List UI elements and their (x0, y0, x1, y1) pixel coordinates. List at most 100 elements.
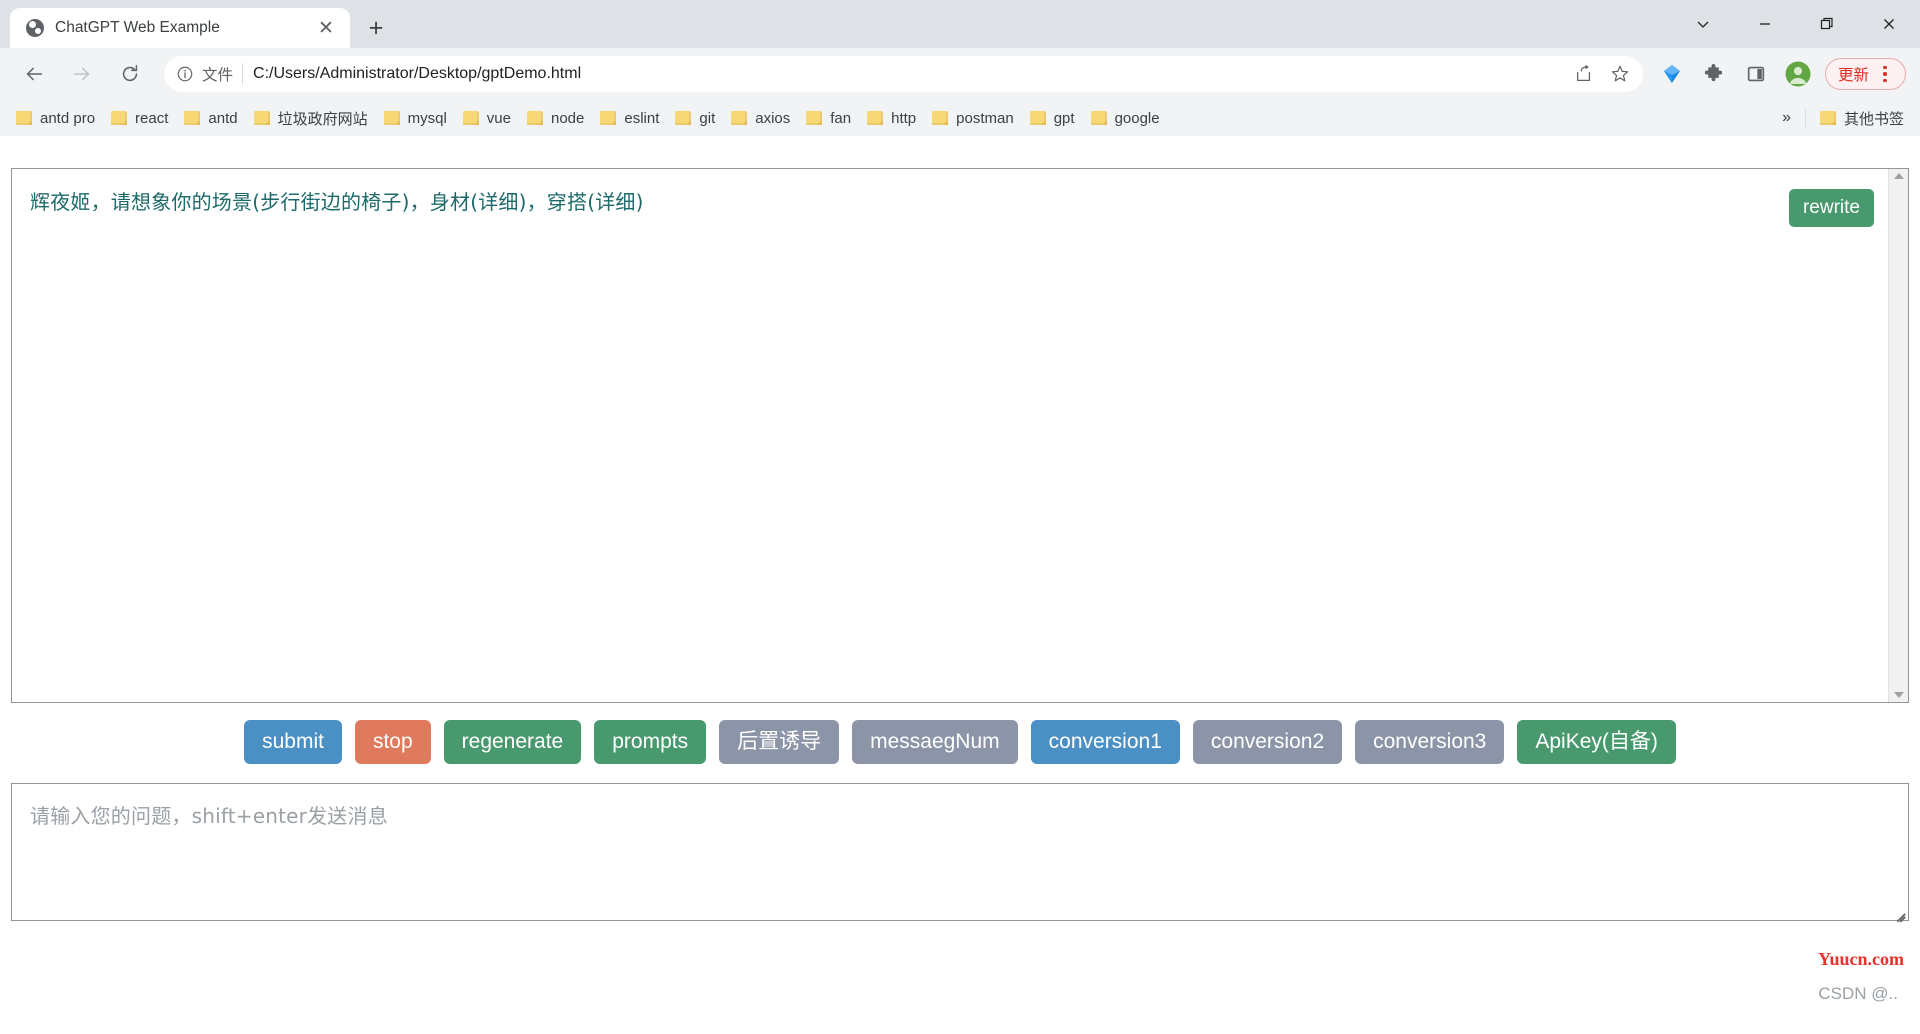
avatar[interactable] (1780, 56, 1816, 92)
minimize-icon (1760, 23, 1770, 25)
scroll-up-icon[interactable] (1893, 173, 1904, 179)
conversion2-button[interactable]: conversion2 (1192, 720, 1343, 765)
minimize-button[interactable] (1734, 0, 1796, 48)
apikey-button[interactable]: ApiKey(自备) (1517, 720, 1676, 765)
folder-icon (253, 111, 270, 125)
new-tab-button[interactable]: + (358, 10, 394, 46)
bookmark-label: http (891, 109, 917, 127)
chrome-menu-icon[interactable] (1873, 65, 1897, 83)
reload-button[interactable] (110, 54, 150, 94)
bookmark-label: vue (486, 109, 511, 127)
scroll-down-icon[interactable] (1893, 692, 1904, 698)
bookmark-git[interactable]: git (667, 106, 723, 131)
update-button[interactable]: 更新 (1824, 58, 1906, 90)
bookmark-react[interactable]: react (103, 106, 176, 131)
bookmark-label: antd pro (40, 109, 96, 127)
folder-icon (111, 111, 128, 125)
chevron-down-icon (1697, 21, 1709, 28)
tab-title: ChatGPT Web Example (55, 19, 220, 36)
folder-icon (731, 111, 748, 125)
folder-icon (184, 111, 201, 125)
action-button-row: submit stop regenerate prompts 后置诱导 mess… (0, 720, 1920, 765)
bookmark-label: google (1114, 109, 1160, 127)
bookmark-label: axios (755, 109, 791, 127)
address-bar[interactable]: 文件 C:/Users/Administrator/Desktop/gptDem… (164, 56, 1643, 92)
bookmark-vue[interactable]: vue (455, 106, 519, 131)
bookmark-label: antd (208, 109, 238, 127)
omnibox-actions (1567, 57, 1639, 91)
rewrite-button[interactable]: rewrite (1788, 189, 1874, 227)
bookmark-star-icon[interactable] (1603, 57, 1637, 91)
bookmark-label: 其他书签 (1843, 110, 1904, 128)
extensions-puzzle-icon[interactable] (1696, 56, 1732, 92)
side-panel-icon[interactable] (1738, 56, 1774, 92)
folder-icon (806, 111, 823, 125)
bookmark-other-bookmarks[interactable]: 其他书签 (1812, 104, 1912, 133)
forward-button[interactable] (62, 54, 102, 94)
post-guidance-button[interactable]: 后置诱导 (719, 720, 840, 765)
close-window-button[interactable] (1858, 0, 1920, 48)
site-info-icon[interactable] (168, 57, 202, 91)
chat-messages: 辉夜姬，请想象你的场景(步行街边的椅子)，身材(详细)，穿搭(详细) rewri… (12, 169, 1888, 702)
bookmark-label: eslint (624, 109, 660, 127)
bookmark-mysql[interactable]: mysql (376, 106, 455, 131)
bookmark-antd[interactable]: antd (176, 106, 245, 131)
bookmark-label: mysql (407, 109, 447, 127)
url-text: C:/Users/Administrator/Desktop/gptDemo.h… (253, 65, 582, 82)
chat-transcript-panel: 辉夜姬，请想象你的场景(步行街边的椅子)，身材(详细)，穿搭(详细) rewri… (11, 168, 1909, 703)
info-circle-icon (177, 66, 193, 82)
arrow-left-icon (26, 67, 43, 81)
bookmark-gov-site[interactable]: 垃圾政府网站 (246, 104, 376, 133)
bookmark-axios[interactable]: axios (723, 106, 798, 131)
chat-scrollbar[interactable] (1888, 169, 1908, 702)
extension-diamond-icon[interactable] (1654, 56, 1690, 92)
bookmark-postman[interactable]: postman (924, 106, 1022, 131)
share-glyph (1576, 64, 1591, 81)
watermark-csdn: CSDN @.. (1818, 984, 1898, 1003)
conversion3-button[interactable]: conversion3 (1355, 720, 1505, 765)
chat-message-row: 辉夜姬，请想象你的场景(步行街边的椅子)，身材(详细)，穿搭(详细) rewri… (12, 187, 1888, 227)
resize-handle-icon[interactable] (1891, 903, 1906, 922)
bookmark-node[interactable]: node (519, 106, 592, 131)
folder-icon (16, 111, 32, 125)
stop-button[interactable]: stop (354, 720, 431, 765)
browser-toolbar: 文件 C:/Users/Administrator/Desktop/gptDem… (0, 48, 1920, 100)
bookmark-http[interactable]: http (859, 106, 924, 131)
back-button[interactable] (14, 54, 54, 94)
message-input[interactable]: 请输入您的问题，shift+enter发送消息 (11, 783, 1909, 922)
globe-icon (26, 19, 44, 37)
bookmark-label: gpt (1053, 109, 1075, 127)
folder-icon (867, 111, 884, 125)
puzzle-icon (1705, 63, 1723, 81)
tab-chatgpt-web-example[interactable]: ChatGPT Web Example ✕ (10, 8, 350, 48)
tab-search-button[interactable] (1672, 0, 1734, 48)
profile-icon (1785, 61, 1811, 87)
chat-message-text: 辉夜姬，请想象你的场景(步行街边的椅子)，身材(详细)，穿搭(详细) (30, 190, 644, 214)
close-icon[interactable]: ✕ (314, 16, 338, 40)
prompts-button[interactable]: prompts (594, 720, 707, 765)
bookmarks-overflow-button[interactable]: » (1774, 107, 1799, 129)
update-label: 更新 (1837, 67, 1869, 84)
bookmark-eslint[interactable]: eslint (592, 106, 667, 131)
bookmark-antd-pro[interactable]: antd pro (8, 106, 103, 131)
bookmark-gpt[interactable]: gpt (1022, 106, 1083, 131)
maximize-button[interactable] (1796, 0, 1858, 48)
page-content: 辉夜姬，请想象你的场景(步行街边的椅子)，身材(详细)，穿搭(详细) rewri… (0, 136, 1920, 1034)
panel-icon (1747, 66, 1765, 82)
arrow-right-icon (73, 67, 90, 81)
bookmark-fan[interactable]: fan (798, 106, 859, 131)
submit-button[interactable]: submit (244, 720, 342, 765)
scheme-label: 文件 (202, 63, 244, 85)
bookmarks-bar: antd pro react antd 垃圾政府网站 mysql vue nod… (0, 100, 1920, 136)
bookmark-google[interactable]: google (1083, 106, 1168, 131)
folder-icon (1029, 111, 1046, 125)
regenerate-button[interactable]: regenerate (443, 720, 582, 765)
conversion1-button[interactable]: conversion1 (1030, 720, 1180, 765)
divider (1804, 109, 1806, 127)
bookmark-label: 垃圾政府网站 (277, 110, 368, 128)
bookmark-label: git (699, 109, 716, 127)
message-num-button[interactable]: messaegNum (852, 720, 1018, 765)
share-icon[interactable] (1567, 57, 1601, 91)
reload-icon (122, 64, 138, 82)
folder-icon (462, 111, 479, 125)
